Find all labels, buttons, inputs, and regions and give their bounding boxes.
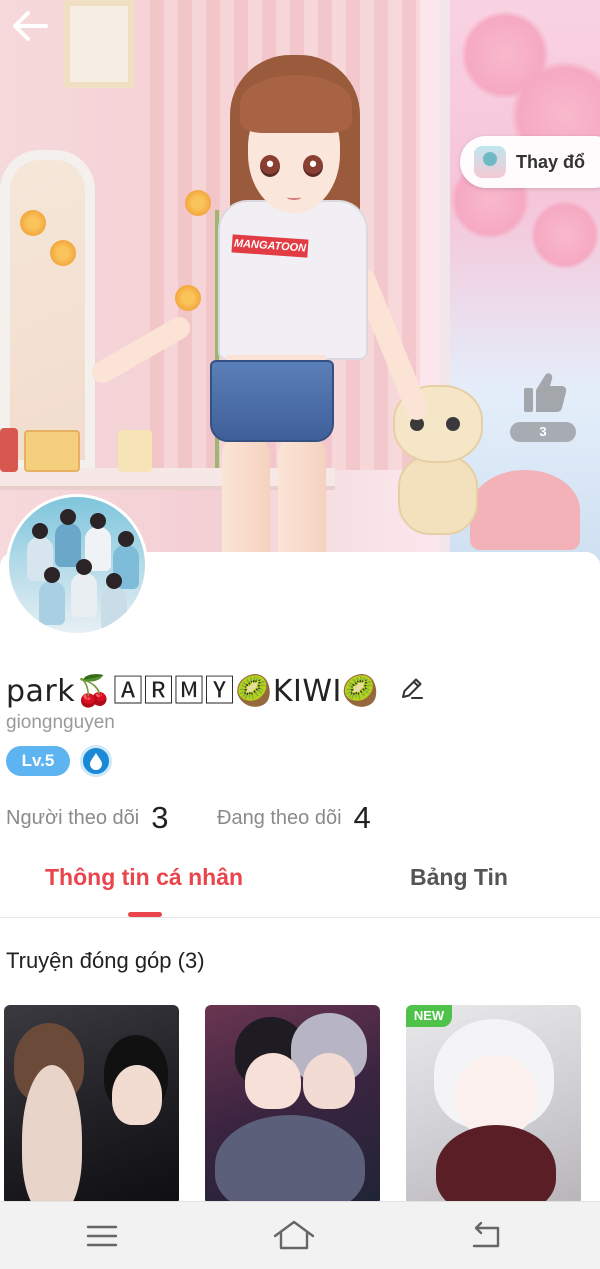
display-name-row: park🍒🄰🅁🄼🅈🥝KIWI🥝	[6, 668, 426, 709]
contributions-title: Truyện đóng góp (3)	[6, 948, 205, 973]
following-label: Đang theo dõi	[217, 806, 342, 829]
username: giongnguyen	[6, 712, 115, 733]
like-count: 3	[510, 422, 576, 442]
arrow-left-icon	[13, 11, 48, 41]
story-card[interactable]	[4, 1005, 179, 1205]
menu-button[interactable]	[82, 1216, 122, 1256]
story-card[interactable]	[205, 1005, 380, 1205]
followers-count: 3	[151, 800, 169, 835]
tab-personal-info[interactable]: Thông tin cá nhân	[45, 864, 243, 891]
profile-hero-banner: MANGATOON Thay đổ 3	[0, 0, 600, 575]
new-badge: NEW	[406, 1005, 452, 1027]
pencil-icon[interactable]	[398, 674, 426, 702]
profile-avatar[interactable]	[6, 494, 148, 636]
story-card[interactable]	[406, 1005, 581, 1205]
followers-label: Người theo dõi	[6, 806, 140, 829]
change-outfit-label: Thay đổ	[516, 151, 586, 172]
following-stat[interactable]: Đang theo dõi 4	[217, 800, 371, 836]
like-button[interactable]: 3	[510, 368, 576, 444]
tabs-divider	[0, 917, 600, 918]
vanity-mirror	[0, 150, 95, 470]
following-count: 4	[353, 800, 371, 835]
home-button[interactable]	[272, 1216, 315, 1256]
back-icon	[472, 1221, 500, 1248]
menu-icon	[86, 1225, 118, 1247]
back-button[interactable]	[8, 4, 52, 48]
level-badge[interactable]: Lv.5	[6, 746, 70, 776]
display-name: park🍒🄰🅁🄼🅈🥝KIWI🥝	[6, 674, 380, 709]
back-nav-button[interactable]	[466, 1216, 506, 1256]
outfit-thumbnail-icon	[474, 146, 506, 178]
home-icon	[273, 1220, 315, 1250]
thumbs-up-icon	[524, 373, 567, 412]
android-navigation-bar	[0, 1201, 600, 1269]
followers-stat[interactable]: Người theo dõi 3	[6, 800, 169, 836]
tab-feed[interactable]: Bảng Tin	[410, 864, 508, 891]
change-outfit-button[interactable]: Thay đổ	[460, 136, 600, 188]
avatar-character: MANGATOON	[87, 55, 432, 575]
water-drop-badge-icon[interactable]	[80, 745, 112, 777]
